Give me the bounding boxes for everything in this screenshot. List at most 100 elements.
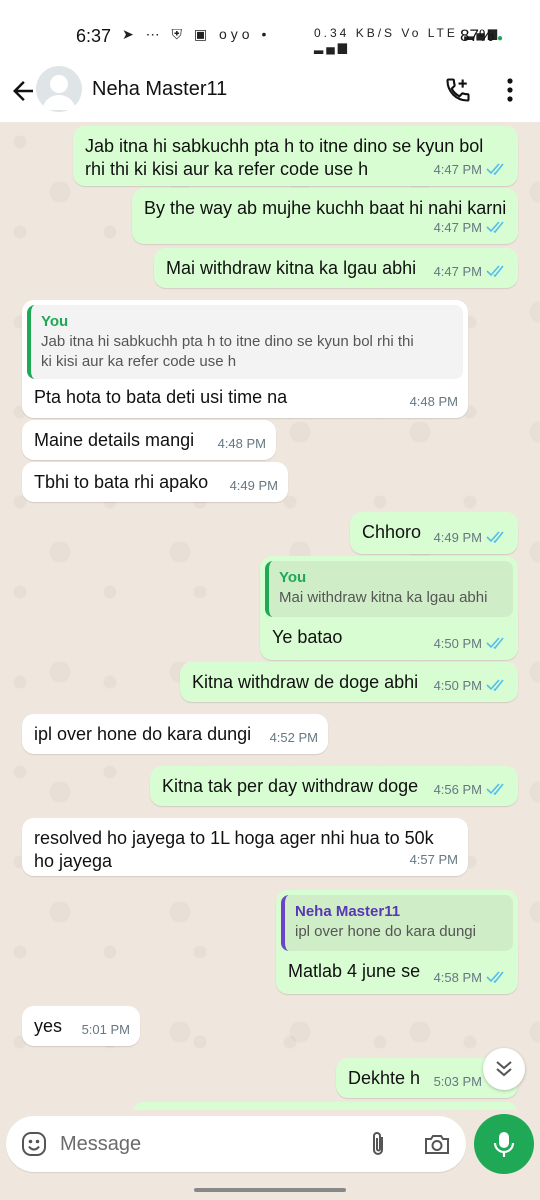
message-bubble-outgoing[interactable]: Chhoro 4:49 PM: [350, 512, 518, 554]
battery-dot-icon: ●: [497, 33, 504, 44]
read-ticks-icon: [486, 531, 504, 543]
home-indicator[interactable]: [194, 1188, 346, 1192]
quoted-message[interactable]: Neha Master11 ipl over hone do kara dung…: [281, 895, 513, 951]
quoted-text: Mai withdraw kitna ka lgau abhi: [279, 589, 488, 606]
message-time: 4:49 PM: [229, 478, 278, 493]
message-meta: 5:01 PM: [82, 1018, 130, 1041]
message-text: Chhoro: [362, 522, 422, 542]
mic-icon: [493, 1132, 515, 1157]
quoted-author: Neha Master11: [295, 903, 401, 920]
message-text: ipl over hone do kara dungi: [34, 724, 252, 744]
message-bubble-incoming[interactable]: You Jab itna hi sabkuchh pta h to itne d…: [22, 300, 468, 418]
message-composer: [6, 1116, 466, 1172]
message-line: Jab itna hi sabkuchh pta h to itne dino …: [85, 136, 484, 156]
message-text: Ye batao: [272, 627, 343, 647]
message-time: 4:52 PM: [269, 730, 318, 745]
message-time: 4:56 PM: [433, 782, 482, 797]
message-time: 5:03 PM: [433, 1074, 482, 1089]
message-time: 4:48 PM: [409, 394, 458, 409]
message-text: Pta hota to bata deti usi time na: [34, 387, 288, 407]
read-ticks-icon: [486, 971, 504, 983]
mic-button[interactable]: [474, 1114, 534, 1174]
message-line: rhi thi ki kisi aur ka refer code use h: [85, 159, 369, 179]
network-speed: 0.34 KB/S: [314, 26, 396, 40]
scroll-down-button[interactable]: [483, 1048, 525, 1090]
message-line: ho jayega: [34, 851, 113, 871]
message-line: resolved ho jayega to 1L hoga ager nhi h…: [34, 828, 434, 848]
message-meta: 4:49 PM: [230, 474, 278, 497]
message-meta: 4:50 PM: [434, 632, 508, 655]
message-text: Dekhte h: [348, 1068, 421, 1088]
battery-indicator: 87% ●: [460, 26, 503, 46]
emoji-icon[interactable]: [20, 1130, 48, 1158]
avatar[interactable]: [36, 66, 82, 112]
message-meta: 4:57 PM: [410, 848, 458, 871]
quoted-author: You: [41, 313, 69, 330]
status-time: 6:37: [76, 26, 112, 46]
message-time: 4:47 PM: [433, 220, 482, 235]
message-meta: 4:47 PM: [434, 260, 508, 283]
more-vert-icon[interactable]: [500, 76, 520, 104]
message-bubble-outgoing[interactable]: By the way ab mujhe kuchh baat hi nahi k…: [132, 188, 518, 244]
avatar-icon: [42, 75, 76, 110]
quoted-author: You: [279, 569, 307, 586]
chat-header: Neha Master11: [0, 60, 540, 122]
message-text: yes: [34, 1016, 63, 1036]
composer-bar: [0, 1110, 540, 1200]
status-bar: 6:37 ➤ ⋯ ⛨ ▣ oyo • 0.34 KB/S Vo LTE ▂▄▆ …: [0, 0, 540, 60]
message-meta: 4:52 PM: [270, 726, 318, 749]
message-meta: 4:58 PM: [434, 966, 508, 989]
message-bubble-outgoing[interactable]: Mai withdraw kitna ka lgau abhi 4:47 PM: [154, 248, 518, 288]
message-bubble-incoming[interactable]: Tbhi to bata rhi apako 4:49 PM: [22, 462, 288, 502]
chat-area[interactable]: Jab itna hi sabkuchh pta h to itne dino …: [0, 122, 540, 1110]
back-arrow-icon[interactable]: [8, 76, 38, 106]
notification-icons: ➤ ⋯ ⛨ ▣ oyo •: [122, 26, 271, 42]
message-text: Kitna tak per day withdraw doge: [162, 776, 419, 796]
message-meta: 4:47 PM: [434, 158, 508, 181]
battery-percent: 87%: [460, 26, 495, 45]
message-text: Matlab 4 june se: [288, 961, 421, 981]
camera-icon[interactable]: [422, 1130, 452, 1158]
message-time: 4:48 PM: [217, 436, 266, 451]
message-bubble-incoming[interactable]: Maine details mangi 4:48 PM: [22, 420, 276, 460]
read-ticks-icon: [486, 783, 504, 795]
message-time: 5:01 PM: [81, 1022, 130, 1037]
quoted-text: Jab itna hi sabkuchh pta h to itne dino …: [41, 333, 414, 350]
message-text: resolved ho jayega to 1L hoga ager nhi h…: [34, 827, 434, 873]
message-bubble-outgoing[interactable]: Kitna tak per day withdraw doge 4:56 PM: [150, 766, 518, 806]
read-ticks-icon: [486, 221, 504, 233]
quoted-message[interactable]: You Jab itna hi sabkuchh pta h to itne d…: [27, 305, 463, 379]
message-bubble-outgoing[interactable]: Kitna withdraw de doge abhi 4:50 PM: [180, 662, 518, 702]
message-time: 4:58 PM: [433, 970, 482, 985]
message-meta: 4:49 PM: [434, 526, 508, 549]
message-meta: 4:48 PM: [410, 390, 458, 413]
message-input[interactable]: [60, 1126, 350, 1162]
message-bubble-outgoing[interactable]: Jab itna hi sabkuchh pta h to itne dino …: [73, 126, 518, 186]
message-bubble-outgoing[interactable]: You Mai withdraw kitna ka lgau abhi Ye b…: [260, 556, 518, 660]
message-meta: 4:56 PM: [434, 778, 508, 801]
message-meta: 4:50 PM: [434, 674, 508, 697]
message-meta: 4:48 PM: [218, 432, 266, 455]
message-time: 4:49 PM: [433, 530, 482, 545]
message-time: 4:50 PM: [433, 678, 482, 693]
message-bubble-incoming[interactable]: yes 5:01 PM: [22, 1006, 140, 1046]
message-bubble-outgoing-partial: [132, 1102, 518, 1110]
message-time: 4:50 PM: [433, 636, 482, 651]
add-call-icon[interactable]: [444, 76, 472, 104]
message-text: Tbhi to bata rhi apako: [34, 472, 209, 492]
quoted-text: ipl over hone do kara dungi: [295, 923, 476, 940]
message-meta: 4:47 PM: [434, 216, 508, 239]
message-bubble-incoming[interactable]: ipl over hone do kara dungi 4:52 PM: [22, 714, 328, 754]
message-text: Jab itna hi sabkuchh pta h to itne dino …: [85, 135, 483, 181]
read-ticks-icon: [486, 163, 504, 175]
message-time: 4:47 PM: [433, 162, 482, 177]
signal-icons: 0.34 KB/S Vo LTE ▂▄▆ ▂▄▆: [314, 26, 540, 54]
message-time: 4:47 PM: [433, 264, 482, 279]
message-bubble-incoming[interactable]: resolved ho jayega to 1L hoga ager nhi h…: [22, 818, 468, 876]
message-bubble-outgoing[interactable]: Neha Master11 ipl over hone do kara dung…: [276, 890, 518, 994]
contact-name[interactable]: Neha Master11: [92, 78, 227, 101]
quoted-message[interactable]: You Mai withdraw kitna ka lgau abhi: [265, 561, 513, 617]
message-time: 4:57 PM: [409, 852, 458, 867]
read-ticks-icon: [486, 637, 504, 649]
attach-icon[interactable]: [366, 1130, 390, 1158]
